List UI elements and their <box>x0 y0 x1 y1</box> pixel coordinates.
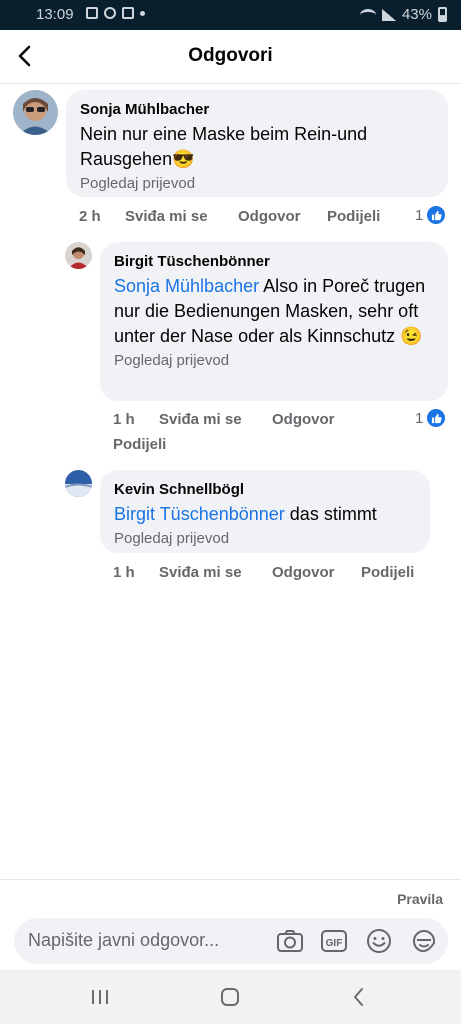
header: Odgovori <box>0 30 461 84</box>
reaction-count[interactable]: 1 <box>415 206 446 224</box>
share-button[interactable]: Podijeli <box>361 564 414 581</box>
like-button[interactable]: Sviđa mi se <box>159 564 242 581</box>
comment-author[interactable]: Birgit Tüschenbönner <box>114 252 434 271</box>
gif-label: GIF <box>326 938 343 949</box>
share-button[interactable]: Podijeli <box>113 436 166 453</box>
avatar[interactable] <box>13 90 58 135</box>
reply-button[interactable]: Odgovor <box>272 564 335 581</box>
recent-apps-icon[interactable] <box>87 984 113 1010</box>
like-button[interactable]: Sviđa mi se <box>159 411 242 428</box>
comment-text: Sonja Mühlbacher Also in Poreč trugen nu… <box>114 274 434 349</box>
share-button[interactable]: Podijeli <box>327 208 380 225</box>
reaction-count[interactable]: 1 <box>415 409 446 427</box>
avatar-birgit-image <box>65 242 92 269</box>
emoji-icon[interactable] <box>365 928 393 954</box>
see-translation-link[interactable]: Pogledaj prijevod <box>114 351 434 371</box>
comment-time: 1 h <box>113 411 135 428</box>
back-nav-icon[interactable] <box>346 984 372 1010</box>
home-icon[interactable] <box>217 984 243 1010</box>
comment-bubble[interactable]: Kevin Schnellbögl Birgit Tüschenbönner d… <box>100 470 430 553</box>
avatar[interactable] <box>65 470 92 497</box>
rules-link[interactable]: Pravila <box>397 891 443 907</box>
comment-bubble[interactable]: Sonja Mühlbacher Nein nur eine Maske bei… <box>66 90 448 197</box>
reaction-count-number: 1 <box>415 206 424 224</box>
like-button[interactable]: Sviđa mi se <box>125 208 208 225</box>
see-translation-link[interactable]: Pogledaj prijevod <box>114 529 416 549</box>
sticker-icon[interactable] <box>410 928 438 954</box>
comment-actions: 2 h Sviđa mi se Odgovor Podijeli <box>0 208 461 228</box>
status-bar: 13:09 43% <box>0 0 461 30</box>
comment-time: 2 h <box>79 208 101 225</box>
status-time: 13:09 <box>36 6 74 23</box>
comment-text-content: das stimmt <box>289 504 377 524</box>
gif-icon[interactable]: GIF <box>320 928 348 954</box>
battery-icon <box>438 7 447 22</box>
avatar-sonja-image <box>13 90 58 135</box>
comment-actions: 1 h Sviđa mi se Odgovor Podijeli <box>0 411 461 457</box>
wifi-icon <box>359 8 376 21</box>
more-notifications-dot-icon <box>140 11 145 16</box>
comment-bubble[interactable]: Birgit Tüschenbönner Sonja Mühlbacher Al… <box>100 242 448 401</box>
messenger-notification-icon <box>104 7 116 19</box>
system-navigation-bar <box>0 970 461 1024</box>
settings-notification-icon <box>122 7 134 19</box>
thumbs-up-icon <box>427 409 446 427</box>
reaction-count-number: 1 <box>415 409 424 427</box>
camera-icon[interactable] <box>276 928 304 954</box>
comment-text: Nein nur eine Maske beim Rein-und Rausge… <box>80 124 368 169</box>
page-title: Odgovori <box>188 45 273 66</box>
system-status-icons: 43% <box>359 6 447 23</box>
mention-link[interactable]: Birgit Tüschenbönner <box>114 504 285 524</box>
comment-author[interactable]: Sonja Mühlbacher <box>80 100 434 119</box>
reply-button[interactable]: Odgovor <box>238 208 301 225</box>
see-translation-link[interactable]: Pogledaj prijevod <box>80 174 434 194</box>
avatar-kevin-image <box>65 470 92 497</box>
divider <box>0 879 461 880</box>
mention-link[interactable]: Sonja Mühlbacher <box>114 276 259 296</box>
notification-icons <box>86 7 145 19</box>
comment-text: Birgit Tüschenbönner das stimmt <box>114 502 416 527</box>
comment-author[interactable]: Kevin Schnellbögl <box>114 480 416 499</box>
reply-input[interactable] <box>28 930 268 951</box>
comment-actions: 1 h Sviđa mi se Odgovor Podijeli <box>0 564 461 584</box>
gallery-notification-icon <box>86 7 98 19</box>
reply-button[interactable]: Odgovor <box>272 411 335 428</box>
signal-icon <box>381 8 396 21</box>
reply-composer: GIF <box>14 918 448 964</box>
thumbs-up-icon <box>427 206 446 224</box>
battery-percent: 43% <box>401 6 432 23</box>
comment-time: 1 h <box>113 564 135 581</box>
avatar[interactable] <box>65 242 92 269</box>
